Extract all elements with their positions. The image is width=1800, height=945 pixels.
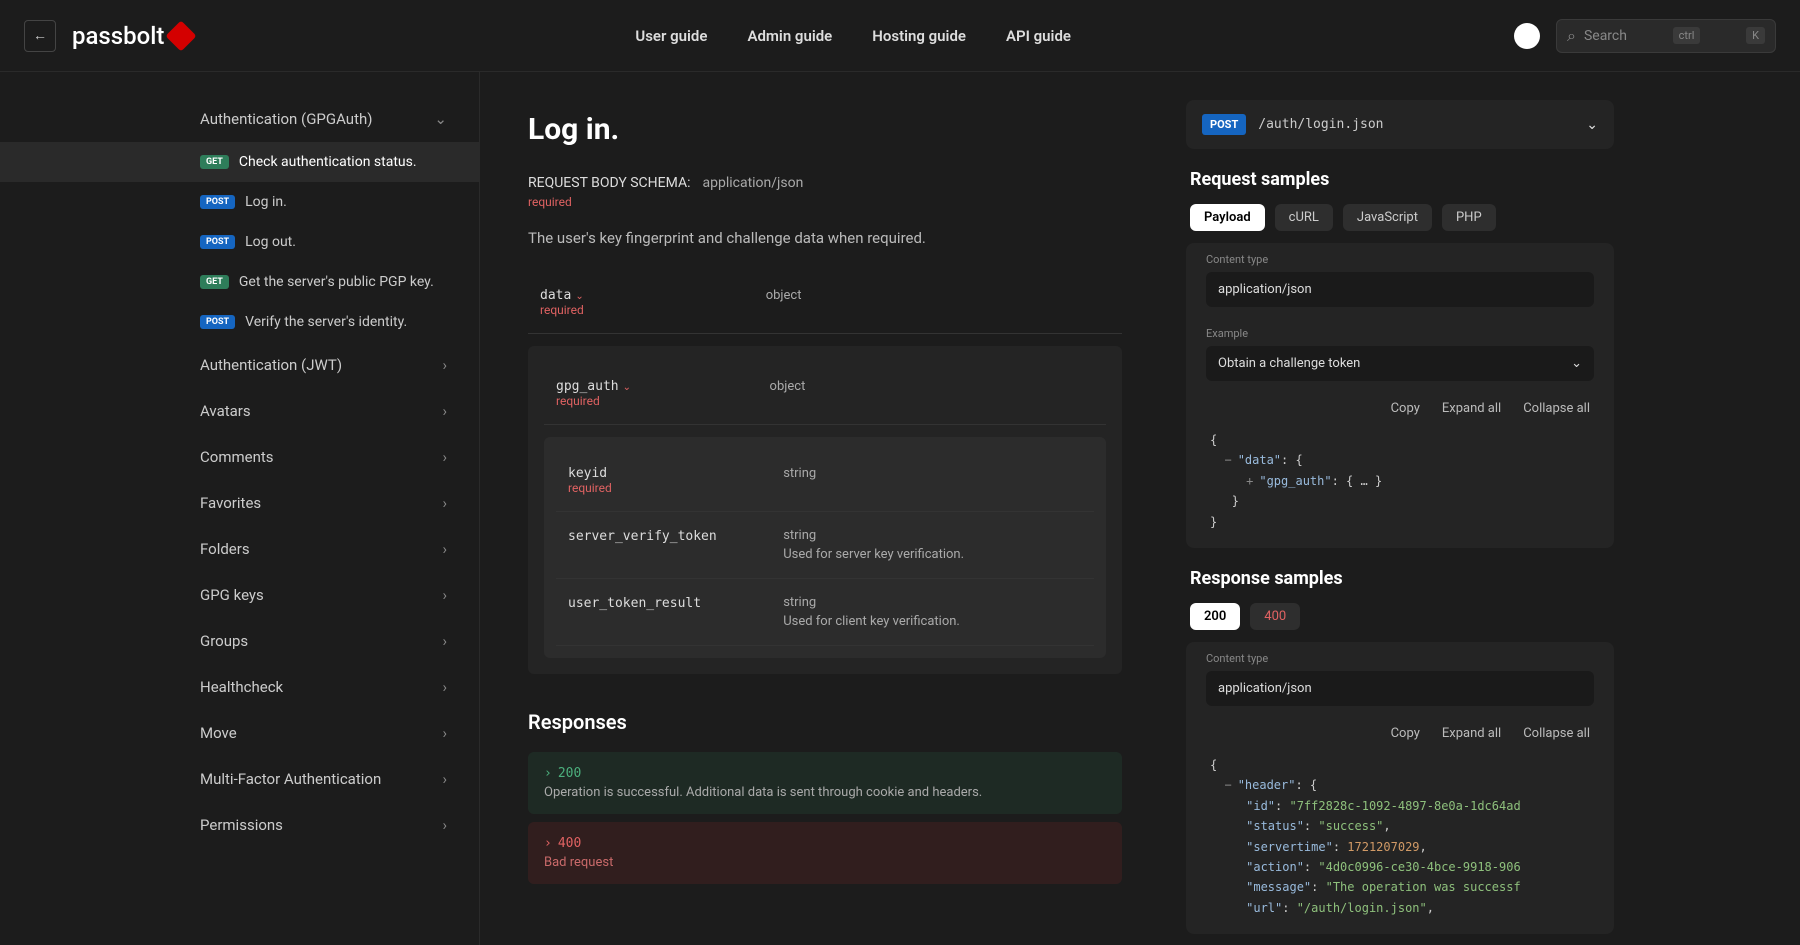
copy-button[interactable]: Copy [1391,401,1420,416]
schema-label: REQUEST BODY SCHEMA: [528,175,690,191]
method-badge: POST [1202,114,1246,135]
sidebar-group-permissions[interactable]: Permissions [0,802,479,848]
main-content: Log in. REQUEST BODY SCHEMA: application… [480,72,1170,945]
chevron-right-icon [442,402,447,420]
response-samples-heading: Response samples [1170,568,1630,603]
tab-php[interactable]: PHP [1442,204,1496,231]
example-select[interactable]: Obtain a challenge token [1206,346,1594,381]
chevron-right-icon [442,816,447,834]
tab-resp-400[interactable]: 400 [1250,603,1300,630]
example-label: Example [1206,327,1594,340]
schema-type: application/json [702,175,803,191]
sidebar-group-groups[interactable]: Groups [0,618,479,664]
chevron-down-icon [1586,117,1598,133]
kbd-ctrl: ctrl [1673,27,1701,44]
sidebar-group-gpg-keys[interactable]: GPG keys [0,572,479,618]
endpoint-selector[interactable]: POST /auth/login.json [1186,100,1614,149]
nav-admin-guide[interactable]: Admin guide [747,27,832,45]
sidebar-item-verify[interactable]: POST Verify the server's identity. [0,302,479,342]
endpoint-path: /auth/login.json [1258,117,1574,132]
tab-curl[interactable]: cURL [1275,204,1333,231]
request-samples-heading: Request samples [1170,169,1630,204]
expand-all-button[interactable]: Expand all [1442,401,1501,416]
sidebar-group-favorites[interactable]: Favorites [0,480,479,526]
sidebar-group-move[interactable]: Move [0,710,479,756]
tab-javascript[interactable]: JavaScript [1343,204,1432,231]
chevron-right-icon [544,766,552,781]
kbd-k: K [1746,27,1765,44]
back-button[interactable] [24,20,56,52]
expand-all-button-2[interactable]: Expand all [1442,726,1501,741]
chevron-right-icon [442,770,447,788]
param-keyid: keyid required string [556,449,1094,512]
response-200[interactable]: 200 Operation is successful. Additional … [528,752,1122,814]
param-gpg-auth[interactable]: gpg_auth⌄ required object [544,362,1106,425]
sidebar-item-pgp-key[interactable]: GET Get the server's public PGP key. [0,262,479,302]
sidebar-group-gpgauth[interactable]: Authentication (GPGAuth) [0,96,479,142]
chevron-right-icon [442,494,447,512]
chevron-right-icon [442,540,447,558]
sidebar-group-mfa[interactable]: Multi-Factor Authentication [0,756,479,802]
chevron-right-icon [544,836,552,851]
sidebar-item-logout[interactable]: POST Log out. [0,222,479,262]
github-icon[interactable] [1514,23,1540,49]
collapse-all-button-2[interactable]: Collapse all [1523,726,1590,741]
required-label: required [528,195,1122,209]
responses-heading: Responses [528,710,1122,734]
arrow-left-icon [33,27,47,44]
nav-api-guide[interactable]: API guide [1006,27,1071,45]
search-icon [1567,26,1576,46]
param-user-token-result: user_token_result string Used for client… [556,579,1094,646]
chevron-right-icon [442,632,447,650]
chevron-right-icon [442,448,447,466]
content-type-value-2: application/json [1206,671,1594,706]
body-description: The user's key fingerprint and challenge… [528,229,1122,247]
chevron-right-icon [442,724,447,742]
caret-icon: ⌄ [623,382,631,393]
chevron-down-icon [434,110,447,128]
chevron-right-icon [442,678,447,696]
tab-payload[interactable]: Payload [1190,204,1265,231]
request-json: { −"data": { +"gpg_auth": { … } } } [1186,426,1614,548]
response-json: { −"header": { "id": "7ff2828c-1092-4897… [1186,751,1614,934]
search-placeholder: Search [1584,28,1627,44]
content-type-value: application/json [1206,272,1594,307]
logo-icon [166,20,197,51]
sidebar-group-jwt[interactable]: Authentication (JWT) [0,342,479,388]
chevron-right-icon [442,586,447,604]
chevron-down-icon [1571,356,1582,371]
logo[interactable]: passbolt [72,22,192,50]
content-type-label: Content type [1206,253,1594,266]
sidebar-group-folders[interactable]: Folders [0,526,479,572]
param-data[interactable]: data⌄ required object [528,271,1122,334]
caret-icon: ⌄ [575,291,583,302]
param-server-verify-token: server_verify_token string Used for serv… [556,512,1094,579]
search-input[interactable]: Search ctrl K [1556,19,1776,53]
nav-user-guide[interactable]: User guide [635,27,707,45]
sidebar-item-check-auth[interactable]: GET Check authentication status. [0,142,479,182]
collapse-all-button[interactable]: Collapse all [1523,401,1590,416]
sidebar-item-login[interactable]: POST Log in. [0,182,479,222]
response-400[interactable]: 400 Bad request [528,822,1122,884]
sidebar-group-comments[interactable]: Comments [0,434,479,480]
brand-text: passbolt [72,22,164,50]
tab-resp-200[interactable]: 200 [1190,603,1240,630]
content-type-label-2: Content type [1206,652,1594,665]
right-panel: POST /auth/login.json Request samples Pa… [1170,72,1630,945]
sidebar-group-healthcheck[interactable]: Healthcheck [0,664,479,710]
nav-hosting-guide[interactable]: Hosting guide [872,27,966,45]
chevron-right-icon [442,356,447,374]
sidebar: Authentication (GPGAuth) GET Check authe… [0,72,480,945]
sidebar-group-avatars[interactable]: Avatars [0,388,479,434]
copy-button-2[interactable]: Copy [1391,726,1420,741]
page-title: Log in. [528,112,1122,147]
